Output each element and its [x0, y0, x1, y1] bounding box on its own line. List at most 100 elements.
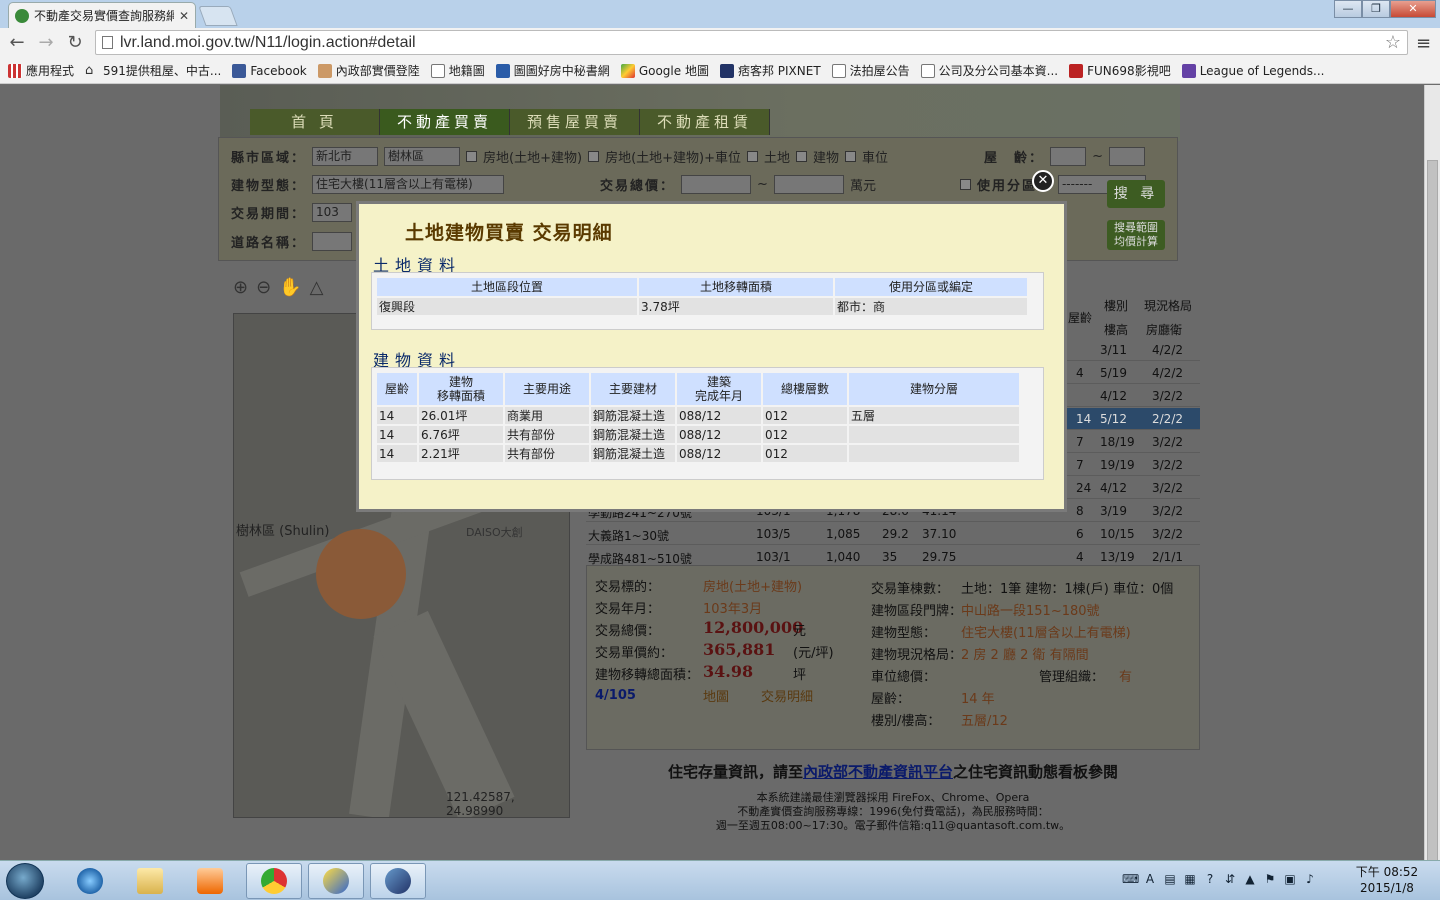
- age-min-input[interactable]: [1050, 147, 1087, 166]
- cell-age: 4: [1076, 550, 1084, 564]
- zoom-in-icon[interactable]: ⊕: [233, 277, 248, 298]
- maximize-button[interactable]: ❐: [1362, 0, 1390, 18]
- cell-floor: 5/19: [1100, 366, 1127, 380]
- nav-tab-home[interactable]: 首 頁: [250, 109, 380, 135]
- bld-col-floors: 總樓層數: [763, 373, 847, 405]
- bookmark-591[interactable]: ⌂ 591提供租屋、中古...: [85, 62, 221, 79]
- road-input[interactable]: [312, 232, 353, 251]
- nav-tab-rental[interactable]: 不動產租賃: [640, 109, 770, 135]
- start-button[interactable]: [6, 863, 44, 899]
- pan-hand-icon[interactable]: ✋: [279, 277, 301, 298]
- opt4-checkbox[interactable]: [796, 151, 808, 162]
- bld-col-area: 建物 移轉面積: [419, 373, 503, 405]
- cell-addr: 大義路1~30號: [588, 529, 669, 543]
- keyboard-icon[interactable]: ▦: [1182, 871, 1198, 887]
- nav-tab-sale[interactable]: 不動產買賣: [380, 109, 510, 135]
- bookmark-moi[interactable]: 內政部實價登陸: [317, 62, 420, 79]
- layout-icon[interactable]: ▤: [1162, 871, 1178, 887]
- cell-floor: 4/12: [1100, 481, 1127, 495]
- map-link[interactable]: 地圖: [703, 686, 729, 705]
- font-icon[interactable]: A: [1142, 871, 1158, 887]
- cell-floor: 4/12: [1100, 389, 1127, 403]
- building-table: 屋齡 建物 移轉面積 主要用途 主要建材 建築 完成年月 總樓層數 建物分層 1…: [375, 371, 1021, 464]
- modal-close-button[interactable]: ✕: [1032, 170, 1054, 192]
- cell-layout: 3/2/2: [1152, 389, 1183, 403]
- land-col-area: 土地移轉面積: [639, 278, 833, 296]
- new-tab-button[interactable]: [198, 6, 238, 26]
- bld-col-level: 建物分層: [849, 373, 1019, 405]
- window-titlebar: 不動產交易實價查詢服務網 ✕ — ❐ ✕: [0, 0, 1440, 28]
- building-row: 14 2.21坪 共有部份 鋼筋混凝土造 088/12 012: [377, 445, 1019, 462]
- period-from-select[interactable]: 103: [312, 203, 353, 222]
- back-icon[interactable]: ←: [6, 32, 28, 53]
- price-max-input[interactable]: [773, 175, 844, 194]
- price-min-input[interactable]: [681, 175, 752, 194]
- tray-expand-icon[interactable]: ▲: [1242, 871, 1258, 887]
- bookmark-house[interactable]: 圖圖好房中秘書網: [495, 62, 610, 79]
- browser-tab[interactable]: 不動產交易實價查詢服務網 ✕: [8, 2, 196, 28]
- tab-close-icon[interactable]: ✕: [179, 9, 189, 23]
- bookmark-fun698[interactable]: FUN698影視吧: [1069, 62, 1171, 79]
- taskbar-clock[interactable]: 下午 08:52 2015/1/8: [1352, 864, 1422, 896]
- bookmark-star-icon[interactable]: ☆: [1385, 31, 1401, 54]
- taskbar-media[interactable]: [182, 863, 238, 899]
- measure-icon[interactable]: △: [310, 277, 324, 298]
- bookmark-pixnet[interactable]: 痞客邦 PIXNET: [719, 62, 821, 79]
- zoom-out-icon[interactable]: ⊖: [256, 277, 271, 298]
- bld-col-material: 主要建材: [591, 373, 675, 405]
- scrollbar-thumb[interactable]: [1427, 160, 1438, 900]
- age-max-input[interactable]: [1108, 147, 1145, 166]
- bookmark-lol[interactable]: League of Legends...: [1181, 63, 1325, 78]
- minimize-button[interactable]: —: [1334, 0, 1362, 18]
- cell-date: 103/5: [756, 527, 791, 541]
- fun698-icon: [1069, 63, 1084, 78]
- flag-icon[interactable]: ⚑: [1262, 871, 1278, 887]
- help-icon[interactable]: ?: [1202, 871, 1218, 887]
- page-scrollbar[interactable]: [1424, 85, 1440, 900]
- volume-icon[interactable]: ♪: [1302, 871, 1318, 887]
- opt5-checkbox[interactable]: [845, 151, 857, 162]
- reload-icon[interactable]: ↻: [64, 32, 86, 53]
- county-select[interactable]: 新北市: [312, 147, 379, 166]
- google-maps-icon: [620, 63, 635, 78]
- zoning-checkbox[interactable]: [959, 179, 971, 190]
- district-select[interactable]: 樹林區: [384, 147, 461, 166]
- taskbar-app2[interactable]: [308, 863, 364, 899]
- opt1-checkbox[interactable]: [466, 151, 478, 162]
- cell-floor: 3/19: [1100, 504, 1127, 518]
- bookmark-company[interactable]: 公司及分公司基本資...: [920, 62, 1058, 79]
- taskbar-app3[interactable]: [370, 863, 426, 899]
- land-col-zoning: 使用分區或編定: [835, 278, 1027, 296]
- search-button[interactable]: 搜 尋: [1107, 180, 1165, 208]
- bookmark-apps[interactable]: 應用程式: [8, 62, 74, 79]
- bookmark-facebook[interactable]: Facebook: [232, 63, 307, 78]
- results-row[interactable]: 大義路1~30號 103/5 1,085 29.2 37.10 6 10/15 3/2/2: [586, 523, 1200, 545]
- info-platform-link[interactable]: 內政部不動產資訊平台: [803, 763, 953, 781]
- bookmark-cadastral[interactable]: 地籍圖: [430, 62, 485, 79]
- opt2-checkbox[interactable]: [588, 151, 600, 162]
- nav-tab-presale[interactable]: 預售屋買賣: [510, 109, 640, 135]
- map-store-label: DAISO大創: [466, 526, 523, 539]
- cell-price: 37.10: [922, 527, 957, 541]
- building-row: 14 6.76坪 共有部份 鋼筋混凝土造 088/12 012: [377, 426, 1019, 443]
- cell-floor: 10/15: [1100, 527, 1135, 541]
- transaction-detail-modal: 土地建物買賣 交易明細 土地資料 土地區段位置 土地移轉面積 使用分區或編定 復…: [356, 201, 1067, 512]
- opt3-checkbox[interactable]: [747, 151, 758, 162]
- site-footer: 本系統建議最佳瀏覽器採用 FireFox、Chrome、Opera 不動產實價查…: [715, 791, 1071, 832]
- chrome-menu-icon[interactable]: ≡: [1416, 33, 1431, 54]
- ime-mode-icon[interactable]: ⇵: [1222, 871, 1238, 887]
- ime-icon[interactable]: ⌨: [1122, 871, 1139, 887]
- bookmark-auction[interactable]: 法拍屋公告: [831, 62, 910, 79]
- window-close-button[interactable]: ✕: [1390, 0, 1436, 18]
- bookmark-google-maps[interactable]: Google 地圖: [620, 62, 709, 79]
- cell-layout: 3/2/2: [1152, 458, 1183, 472]
- address-bar[interactable]: lvr.land.moi.gov.tw/N11/login.action#det…: [95, 30, 1408, 55]
- network-icon[interactable]: ▣: [1282, 871, 1298, 887]
- taskbar-chrome[interactable]: [246, 863, 302, 899]
- taskbar-explorer[interactable]: [122, 863, 178, 899]
- average-price-button[interactable]: 搜尋範圍 均價計算: [1107, 220, 1165, 250]
- building-type-select[interactable]: 住宅大樓(11層含以上有電梯): [312, 175, 505, 194]
- forward-icon[interactable]: →: [35, 32, 57, 53]
- taskbar-ie[interactable]: [62, 863, 118, 899]
- detail-link[interactable]: 交易明細: [761, 686, 813, 705]
